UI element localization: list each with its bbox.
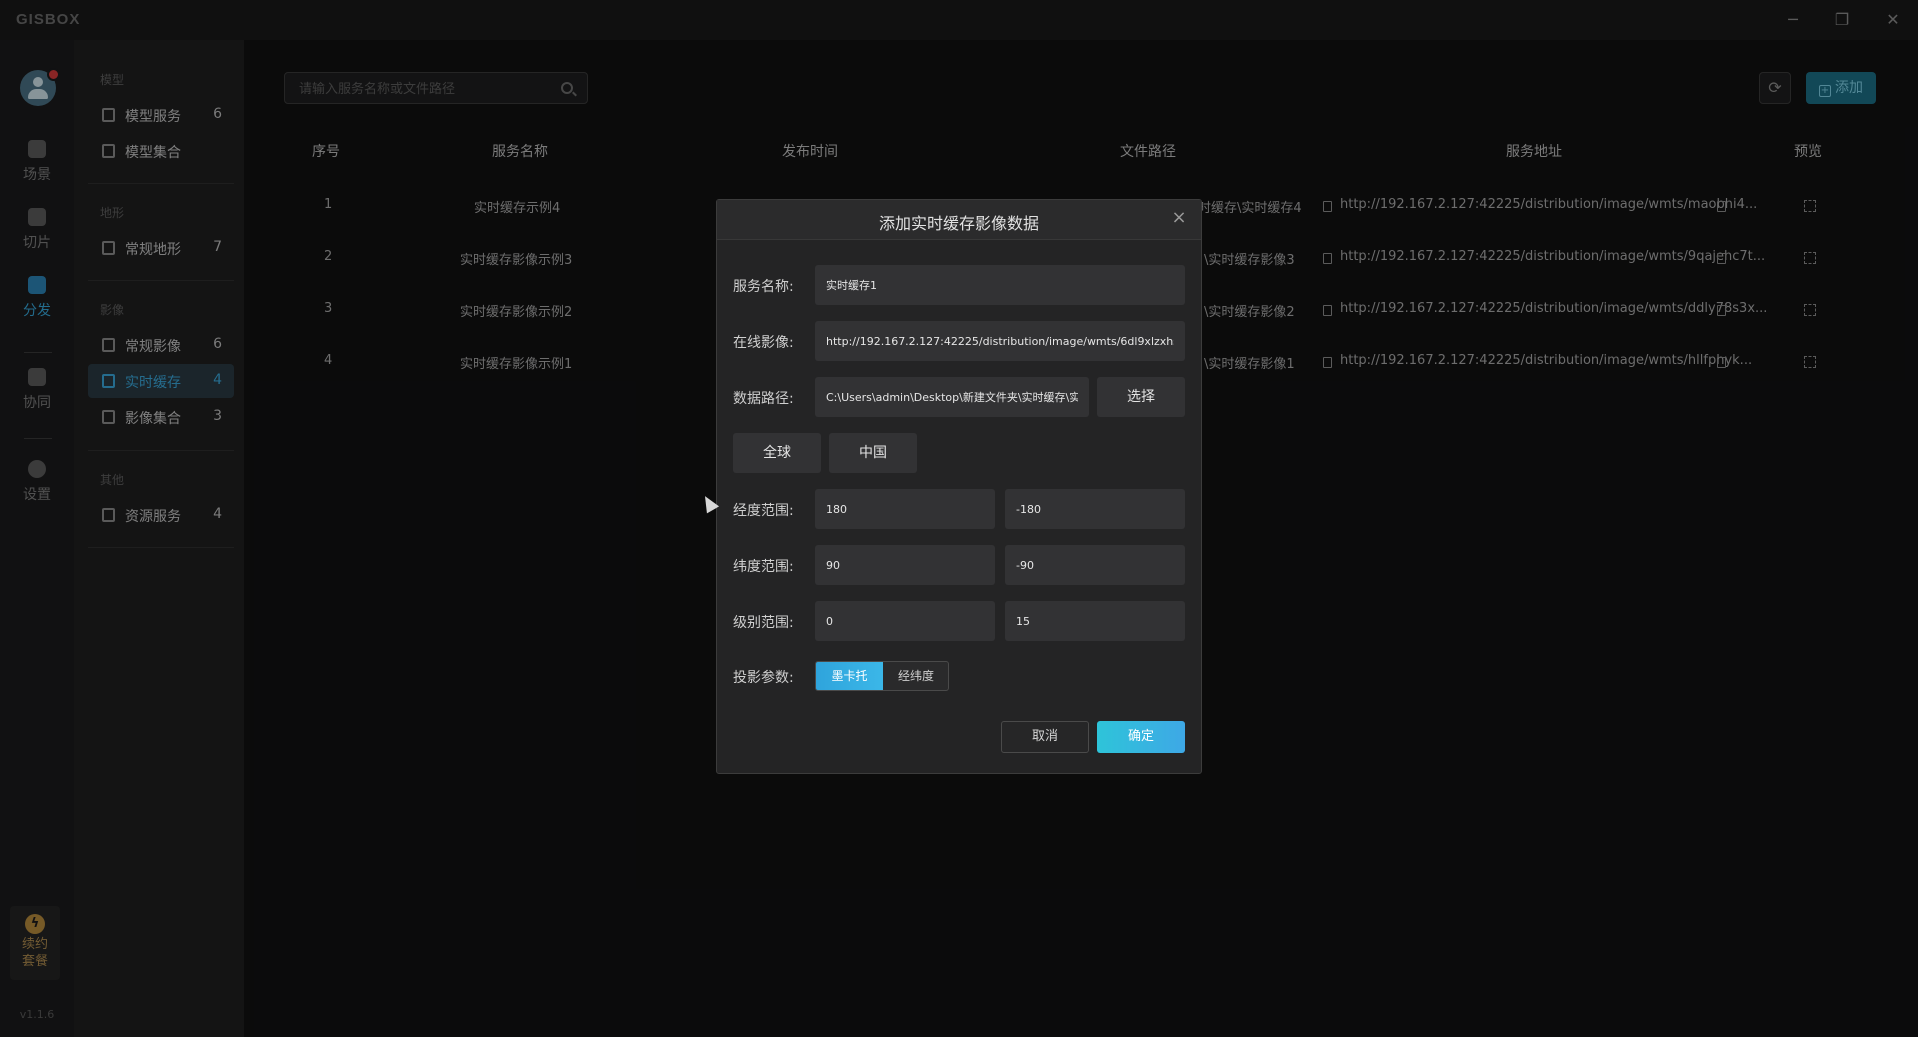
data-path-input[interactable]	[815, 377, 1089, 417]
data-path-label: 数据路径:	[733, 391, 794, 407]
latitude-max-input[interactable]	[1005, 545, 1185, 585]
latitude-range-label: 纬度范围:	[733, 559, 794, 575]
close-icon[interactable]: ×	[1169, 208, 1189, 228]
level-max-input[interactable]	[1005, 601, 1185, 641]
confirm-button[interactable]: 确定	[1097, 721, 1185, 753]
dialog-title: 添加实时缓存影像数据	[878, 214, 1039, 233]
preset-china-button[interactable]: 中国	[829, 433, 917, 473]
level-range-label: 级别范围:	[733, 615, 794, 631]
level-min-input[interactable]	[815, 601, 995, 641]
projection-mercator-option[interactable]: 墨卡托	[816, 662, 883, 690]
projection-toggle: 墨卡托 经纬度	[815, 661, 949, 691]
dialog-header: 添加实时缓存影像数据 ×	[717, 200, 1201, 240]
add-cache-dialog: 添加实时缓存影像数据 × 服务名称: 在线影像: 数据路径: 选择 全球 中国 …	[716, 199, 1202, 774]
longitude-min-input[interactable]	[815, 489, 995, 529]
online-image-input[interactable]	[815, 321, 1185, 361]
projection-latlon-option[interactable]: 经纬度	[883, 662, 948, 690]
longitude-range-label: 经度范围:	[733, 503, 794, 519]
latitude-min-input[interactable]	[815, 545, 995, 585]
cancel-button[interactable]: 取消	[1001, 721, 1089, 753]
service-name-label: 服务名称:	[733, 279, 794, 295]
service-name-input[interactable]	[815, 265, 1185, 305]
online-image-label: 在线影像:	[733, 335, 794, 351]
choose-path-button[interactable]: 选择	[1097, 377, 1185, 417]
preset-global-button[interactable]: 全球	[733, 433, 821, 473]
projection-label: 投影参数:	[733, 670, 794, 686]
longitude-max-input[interactable]	[1005, 489, 1185, 529]
